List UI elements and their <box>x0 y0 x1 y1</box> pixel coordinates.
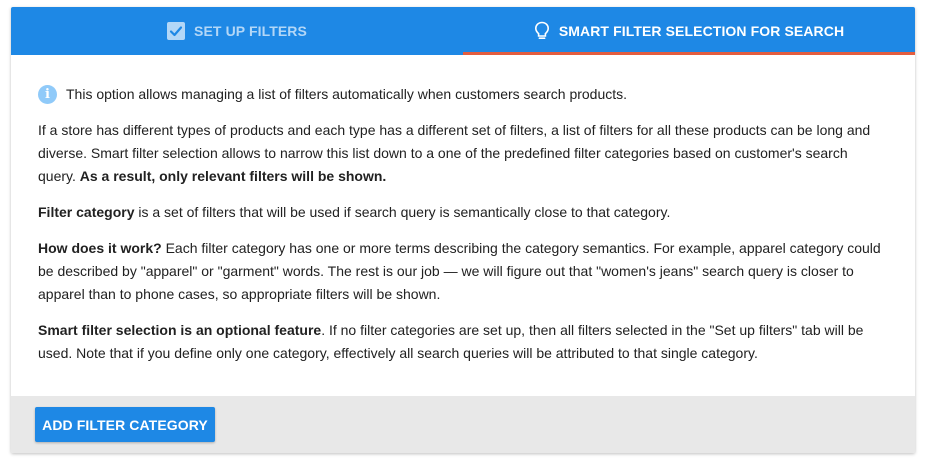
add-filter-category-button[interactable]: ADD FILTER CATEGORY <box>35 407 215 442</box>
lightbulb-icon <box>534 21 550 41</box>
tab-smart-filter-selection[interactable]: SMART FILTER SELECTION FOR SEARCH <box>463 7 915 55</box>
panel-footer: ADD FILTER CATEGORY <box>11 396 915 453</box>
tab-set-up-filters[interactable]: SET UP FILTERS <box>11 7 463 55</box>
info-icon: i <box>38 85 57 104</box>
definition-term: Filter category <box>38 204 135 220</box>
checkbox-icon <box>167 22 186 40</box>
tab-content: i This option allows managing a list of … <box>11 55 915 396</box>
description-paragraph: If a store has different types of produc… <box>38 119 888 188</box>
tab-label: SET UP FILTERS <box>194 23 307 39</box>
optional-feature-paragraph: Smart filter selection is an optional fe… <box>38 319 888 365</box>
tab-bar: SET UP FILTERS SMART FILTER SELECTION FO… <box>11 7 915 55</box>
optional-feature-heading: Smart filter selection is an optional fe… <box>38 322 322 338</box>
tab-label: SMART FILTER SELECTION FOR SEARCH <box>558 23 845 39</box>
how-it-works-paragraph: How does it work? Each filter category h… <box>38 237 888 306</box>
how-it-works-heading: How does it work? <box>38 240 162 256</box>
definition-text: is a set of filters that will be used if… <box>134 204 671 220</box>
description-emphasis: As a result, only relevant filters will … <box>79 168 387 184</box>
info-notice: i This option allows managing a list of … <box>38 83 888 106</box>
filter-category-definition: Filter category is a set of filters that… <box>38 201 888 224</box>
info-text: This option allows managing a list of fi… <box>66 86 628 102</box>
how-it-works-text: Each filter category has one or more ter… <box>38 240 881 302</box>
smart-filter-panel: SET UP FILTERS SMART FILTER SELECTION FO… <box>11 7 915 453</box>
